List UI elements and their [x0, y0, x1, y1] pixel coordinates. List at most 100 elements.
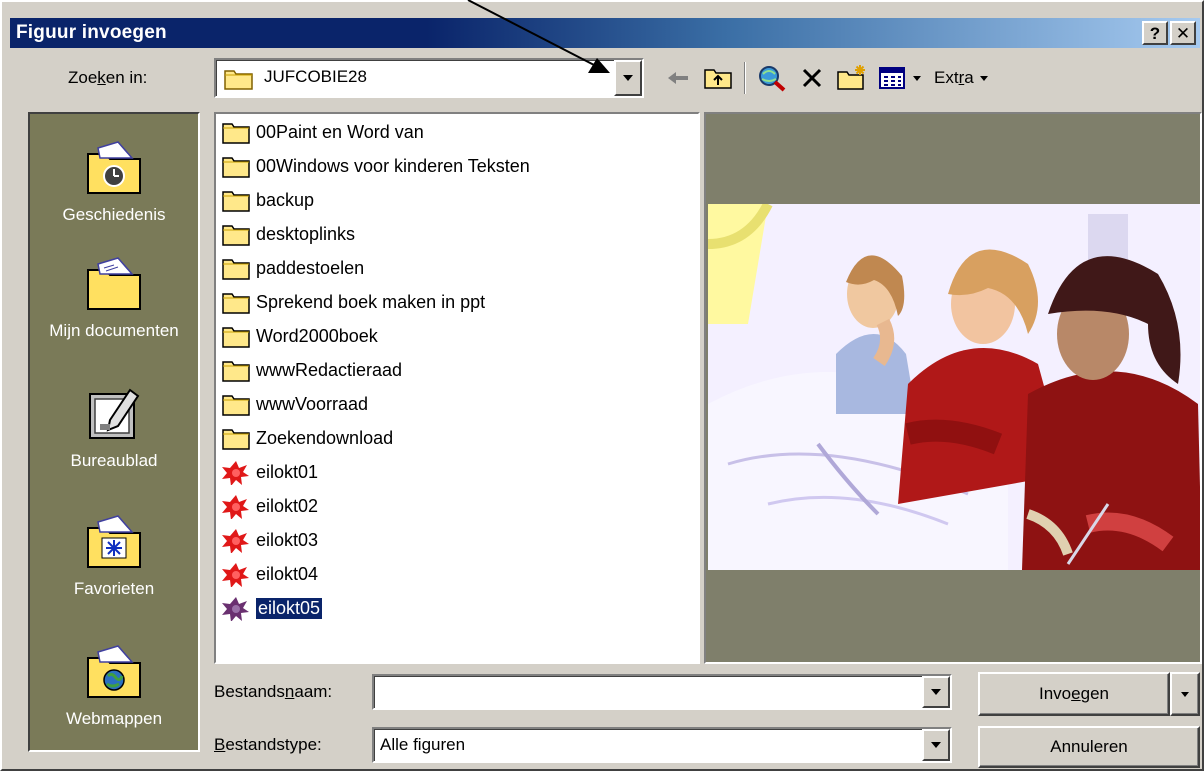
folder-icon	[222, 225, 250, 246]
look-in-dropdown-button[interactable]	[614, 60, 642, 96]
file-item[interactable]: eilokt03	[222, 524, 318, 556]
search-web-button[interactable]	[754, 61, 790, 95]
file-name: eilokt03	[256, 529, 319, 550]
file-type-value: Alle figuren	[380, 735, 466, 754]
back-arrow-icon	[668, 72, 688, 84]
file-item[interactable]: eilokt05	[222, 592, 324, 624]
close-button[interactable]: ✕	[1170, 21, 1196, 45]
file-name: Zoekendownload	[256, 427, 394, 448]
preview-image	[708, 204, 1200, 570]
folder-item[interactable]: wwwVoorraad	[222, 388, 368, 420]
favorites-icon	[87, 515, 141, 568]
folder-icon	[222, 429, 250, 450]
file-name: Word2000boek	[256, 325, 378, 346]
insert-picture-dialog: Figuur invoegen ? ✕ Zoeken in: JUFCOBIE2…	[0, 0, 1204, 771]
insert-button[interactable]: Invoegen	[978, 672, 1170, 716]
cancel-label: Annuleren	[1050, 737, 1128, 756]
web-folders-icon	[87, 645, 141, 698]
file-item[interactable]: eilokt02	[222, 490, 318, 522]
file-name: wwwRedactieraad	[256, 359, 403, 380]
folder-item[interactable]: wwwRedactieraad	[222, 354, 402, 386]
back-button[interactable]	[660, 61, 696, 95]
window-title: Figuur invoegen	[16, 22, 167, 43]
folder-item[interactable]: Sprekend boek maken in ppt	[222, 286, 485, 318]
file-item[interactable]: eilokt01	[222, 456, 318, 488]
folder-icon	[222, 191, 250, 212]
folder-icon	[222, 361, 250, 382]
folder-item[interactable]: paddestoelen	[222, 252, 364, 284]
file-name: eilokt01	[256, 461, 319, 482]
tools-label: Extra	[934, 68, 974, 87]
my-documents-icon	[87, 257, 141, 310]
folder-item[interactable]: desktoplinks	[222, 218, 355, 250]
file-name: wwwVoorraad	[256, 393, 369, 414]
chevron-down-icon	[913, 75, 921, 81]
look-in-combobox[interactable]: JUFCOBIE28	[214, 58, 644, 98]
place-desktop[interactable]: Bureaublad	[30, 386, 198, 471]
file-name: paddestoelen	[256, 257, 365, 278]
folder-icon	[222, 293, 250, 314]
desktop-icon	[89, 388, 140, 439]
place-web-folders[interactable]: Webmappen	[30, 644, 198, 729]
file-name: desktoplinks	[256, 223, 356, 244]
place-label: Geschiedenis	[62, 205, 166, 224]
look-in-label: Zoeken in:	[68, 68, 148, 87]
file-name: 00Paint en Word van	[256, 121, 424, 142]
tools-menu-button[interactable]: Extra	[930, 68, 988, 88]
file-item[interactable]: eilokt04	[222, 558, 318, 590]
place-label: Bureaublad	[70, 451, 158, 470]
folder-icon	[222, 157, 250, 178]
cancel-button[interactable]: Annuleren	[978, 726, 1200, 768]
file-name: eilokt05	[254, 596, 324, 620]
delete-button[interactable]	[794, 61, 830, 95]
folder-item[interactable]: 00Paint en Word van	[222, 116, 424, 148]
folder-item[interactable]: Zoekendownload	[222, 422, 393, 454]
place-history[interactable]: Geschiedenis	[30, 140, 198, 225]
file-name: backup	[256, 189, 315, 210]
places-bar: Geschiedenis Mijn documenten Bureaublad	[28, 112, 200, 752]
new-folder-button[interactable]	[834, 61, 870, 95]
file-name-combobox[interactable]	[372, 674, 952, 710]
folder-item[interactable]: 00Windows voor kinderen Teksten	[222, 150, 530, 182]
toolbar: Extra	[660, 60, 988, 96]
file-name: Sprekend boek maken in ppt	[256, 291, 486, 312]
image-file-icon	[222, 563, 249, 587]
file-type-label: Bestandstype:	[214, 735, 322, 754]
place-label: Mijn documenten	[49, 321, 179, 340]
file-type-combobox[interactable]: Alle figuren	[372, 727, 952, 763]
place-label: Favorieten	[73, 579, 155, 598]
help-button[interactable]: ?	[1142, 21, 1168, 45]
file-list[interactable]: 00Paint en Word van 00Windows voor kinder…	[214, 112, 700, 664]
search-web-icon	[759, 66, 786, 92]
place-favorites[interactable]: Favorieten	[30, 514, 198, 599]
insert-label: Invoegen	[1039, 684, 1109, 703]
look-in-value: JUFCOBIE28	[264, 67, 367, 86]
preview-pane	[704, 112, 1202, 664]
title-bar[interactable]: Figuur invoegen ? ✕	[10, 18, 1200, 48]
file-name: eilokt02	[256, 495, 319, 516]
up-folder-icon	[704, 69, 732, 89]
folder-icon	[224, 70, 253, 90]
folder-item[interactable]: backup	[222, 184, 314, 216]
folder-icon	[222, 259, 250, 280]
up-folder-button[interactable]	[700, 61, 736, 95]
folder-icon	[222, 395, 250, 416]
views-icon	[879, 67, 905, 89]
insert-options-button[interactable]	[1170, 672, 1200, 716]
folder-icon	[222, 123, 250, 144]
views-button[interactable]	[874, 61, 926, 95]
image-file-icon	[222, 529, 249, 553]
chevron-down-icon	[931, 689, 941, 695]
chevron-down-icon	[931, 742, 941, 748]
file-type-dropdown-button[interactable]	[922, 729, 950, 761]
image-file-icon	[222, 597, 249, 621]
image-file-icon	[222, 495, 249, 519]
history-icon	[87, 141, 141, 194]
folder-item[interactable]: Word2000boek	[222, 320, 378, 352]
folder-icon	[222, 327, 250, 348]
new-folder-icon	[837, 65, 865, 90]
file-name: eilokt04	[256, 563, 319, 584]
place-my-documents[interactable]: Mijn documenten	[30, 256, 198, 341]
image-file-icon	[222, 461, 249, 485]
file-name-dropdown-button[interactable]	[922, 676, 950, 708]
